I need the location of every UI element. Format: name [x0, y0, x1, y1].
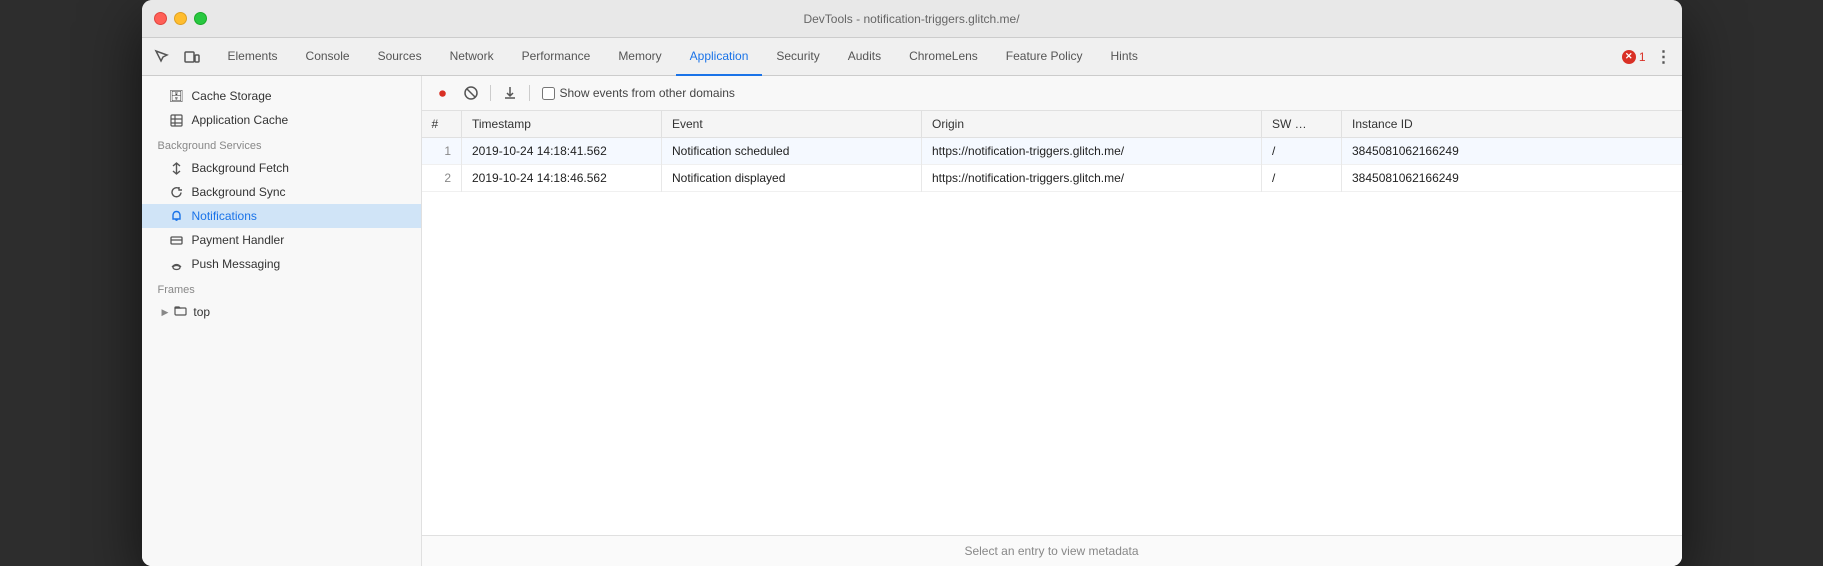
sidebar-item-application-cache[interactable]: Application Cache [142, 108, 421, 132]
tab-bar-right: ✕ 1 ⋮ [1622, 45, 1676, 69]
tab-feature-policy[interactable]: Feature Policy [992, 38, 1097, 76]
col-header-num: # [422, 111, 462, 138]
tab-performance[interactable]: Performance [508, 38, 605, 76]
toolbar-separator-2 [529, 85, 530, 101]
tab-bar: Elements Console Sources Network Perform… [142, 38, 1682, 76]
frames-header: Frames [142, 276, 421, 300]
show-events-checkbox-area: Show events from other domains [542, 86, 735, 100]
content-area: ⏺ [422, 76, 1682, 566]
tab-application[interactable]: Application [676, 38, 763, 76]
notifications-icon [170, 209, 184, 223]
tab-memory[interactable]: Memory [604, 38, 675, 76]
tab-console[interactable]: Console [292, 38, 364, 76]
devtools-container: Elements Console Sources Network Perform… [142, 38, 1682, 566]
tab-bar-icons [148, 43, 206, 71]
col-header-origin: Origin [922, 111, 1262, 138]
cell-timestamp: 2019-10-24 14:18:46.562 [462, 165, 662, 192]
push-messaging-icon [170, 257, 184, 271]
table-container: # Timestamp Event Origin SW … Instance I… [422, 111, 1682, 535]
cell-event: Notification scheduled [662, 138, 922, 165]
col-header-sw: SW … [1262, 111, 1342, 138]
cell-event: Notification displayed [662, 165, 922, 192]
block-button[interactable] [460, 82, 482, 104]
notifications-table: # Timestamp Event Origin SW … Instance I… [422, 111, 1682, 192]
tab-elements[interactable]: Elements [214, 38, 292, 76]
application-cache-icon [170, 113, 184, 127]
error-dot: ✕ [1622, 50, 1636, 64]
cell-instance: 3845081062166249 [1342, 165, 1682, 192]
sidebar-item-payment-handler[interactable]: Payment Handler [142, 228, 421, 252]
tab-sources[interactable]: Sources [364, 38, 436, 76]
cell-instance: 3845081062166249 [1342, 138, 1682, 165]
table-header-row: # Timestamp Event Origin SW … Instance I… [422, 111, 1682, 138]
sidebar-item-background-fetch[interactable]: Background Fetch [142, 156, 421, 180]
maximize-button[interactable] [194, 12, 207, 25]
tab-network[interactable]: Network [436, 38, 508, 76]
record-button[interactable]: ⏺ [432, 82, 454, 104]
show-events-label[interactable]: Show events from other domains [560, 86, 735, 100]
status-bar: Select an entry to view metadata [422, 535, 1682, 566]
window-title: DevTools - notification-triggers.glitch.… [803, 12, 1019, 26]
status-text: Select an entry to view metadata [964, 544, 1138, 558]
minimize-button[interactable] [174, 12, 187, 25]
sidebar-item-frames-top[interactable]: ▶ top [142, 300, 421, 324]
cell-sw: / [1262, 165, 1342, 192]
col-header-timestamp: Timestamp [462, 111, 662, 138]
close-button[interactable] [154, 12, 167, 25]
cell-num: 2 [422, 165, 462, 192]
sidebar-item-background-sync[interactable]: Background Sync [142, 180, 421, 204]
toolbar-separator-1 [490, 85, 491, 101]
download-button[interactable] [499, 82, 521, 104]
device-toggle-button[interactable] [178, 43, 206, 71]
background-fetch-icon [170, 161, 184, 175]
frames-folder-icon [174, 305, 187, 319]
cell-sw: / [1262, 138, 1342, 165]
error-count: 1 [1639, 50, 1646, 64]
sidebar-item-push-messaging[interactable]: Push Messaging [142, 252, 421, 276]
tab-chromelens[interactable]: ChromeLens [895, 38, 992, 76]
inspect-icon-button[interactable] [148, 43, 176, 71]
col-header-event: Event [662, 111, 922, 138]
payment-handler-icon [170, 233, 184, 247]
table-row[interactable]: 12019-10-24 14:18:41.562Notification sch… [422, 138, 1682, 165]
devtools-window: DevTools - notification-triggers.glitch.… [142, 0, 1682, 566]
more-options-button[interactable]: ⋮ [1652, 45, 1676, 69]
error-badge[interactable]: ✕ 1 [1622, 50, 1646, 64]
cell-origin: https://notification-triggers.glitch.me/ [922, 138, 1262, 165]
sidebar: 🗄 Cache Storage Application Cache [142, 76, 422, 566]
col-header-instance: Instance ID [1342, 111, 1682, 138]
cell-timestamp: 2019-10-24 14:18:41.562 [462, 138, 662, 165]
tab-hints[interactable]: Hints [1097, 38, 1152, 76]
show-events-checkbox[interactable] [542, 87, 555, 100]
sidebar-item-notifications[interactable]: Notifications [142, 204, 421, 228]
cell-origin: https://notification-triggers.glitch.me/ [922, 165, 1262, 192]
tab-security[interactable]: Security [762, 38, 833, 76]
background-services-header: Background Services [142, 132, 421, 156]
frames-arrow-icon: ▶ [162, 307, 169, 318]
table-row[interactable]: 22019-10-24 14:18:46.562Notification dis… [422, 165, 1682, 192]
background-sync-icon [170, 185, 184, 199]
title-bar: DevTools - notification-triggers.glitch.… [142, 0, 1682, 38]
tab-audits[interactable]: Audits [834, 38, 895, 76]
main-area: 🗄 Cache Storage Application Cache [142, 76, 1682, 566]
sidebar-item-cache-storage[interactable]: 🗄 Cache Storage [142, 84, 421, 108]
toolbar: ⏺ [422, 76, 1682, 111]
cell-num: 1 [422, 138, 462, 165]
cache-storage-icon: 🗄 [170, 89, 184, 103]
traffic-lights [154, 12, 207, 25]
